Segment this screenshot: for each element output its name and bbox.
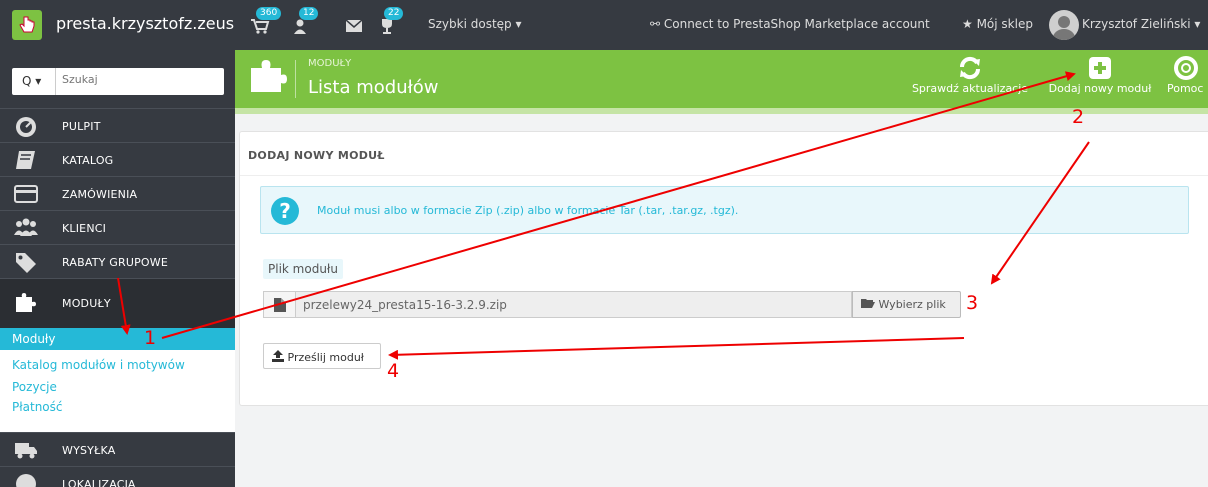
- module-file-label: Plik modułu: [263, 259, 343, 279]
- file-icon-addon: [263, 291, 295, 318]
- trophy-notification[interactable]: 22: [378, 7, 404, 37]
- book-icon: [16, 151, 35, 169]
- orders-count-badge: 360: [256, 7, 282, 20]
- annotation-number-3: 3: [966, 292, 979, 314]
- truck-icon: [15, 443, 37, 459]
- add-new-module-label: Dodaj nowy moduł: [1048, 82, 1152, 95]
- file-icon: [274, 298, 286, 312]
- globe-icon: [16, 474, 36, 487]
- sidebar-item-label: MODUŁY: [62, 297, 111, 310]
- search-input[interactable]: [62, 73, 217, 86]
- breadcrumb[interactable]: MODUŁY: [308, 58, 351, 69]
- folder-open-icon: [861, 299, 875, 308]
- annotation-number-2: 2: [1072, 106, 1085, 128]
- question-icon: ?: [271, 197, 299, 225]
- sidebar: Q ▾ PULPIT KATALOG ZAMÓWIENIA KLIENCI RA…: [0, 50, 235, 487]
- marketplace-connect-label: Connect to PrestaShop Marketplace accoun…: [663, 17, 930, 31]
- shop-name-link[interactable]: presta.krzysztofz.zeus: [56, 14, 234, 33]
- sidebar-item-lokalizacja[interactable]: LOKALIZACJA: [0, 466, 235, 487]
- sidebar-search: Q ▾: [0, 50, 235, 108]
- file-picker: przelewy24_presta15-16-3.2.9.zip Wybierz…: [263, 291, 961, 318]
- dashboard-icon: [16, 117, 36, 137]
- sidebar-item-label: ZAMÓWIENIA: [62, 188, 138, 201]
- check-updates-label: Sprawdź aktualizacje: [911, 82, 1029, 95]
- add-module-panel: DODAJ NOWY MODUŁ ? Moduł musi albo w for…: [239, 131, 1208, 406]
- sidebar-item-label: WYSYŁKA: [62, 444, 116, 457]
- puzzle-icon: [16, 293, 36, 312]
- modules-submenu: Moduły Katalog modułów i motywów Pozycje…: [0, 328, 235, 432]
- format-info-alert: ? Moduł musi albo w formacie Zip (.zip) …: [260, 186, 1189, 234]
- choose-file-label: Wybierz plik: [878, 298, 946, 311]
- format-info-text: Moduł musi albo w formacie Zip (.zip) al…: [317, 204, 739, 217]
- search-box: Q ▾: [12, 68, 224, 95]
- top-navbar: presta.krzysztofz.zeus 360 12 22 Szybki …: [0, 0, 1208, 50]
- lifebuoy-icon: [1174, 56, 1198, 80]
- messages-notification[interactable]: [345, 19, 366, 40]
- group-icon: [14, 218, 38, 236]
- my-shop-link[interactable]: ★ Mój sklep: [962, 17, 1033, 31]
- sidebar-item-zamowienia[interactable]: ZAMÓWIENIA: [0, 176, 235, 210]
- upload-module-label: Prześlij moduł: [287, 351, 364, 364]
- user-menu-dropdown[interactable]: Krzysztof Zieliński ▾: [1082, 17, 1200, 31]
- link-icon: ⚯: [650, 17, 664, 31]
- upload-module-button[interactable]: Prześlij moduł: [263, 343, 381, 369]
- marketplace-connect-link[interactable]: ⚯ Connect to PrestaShop Marketplace acco…: [650, 17, 930, 31]
- submenu-item-katalog-modulow[interactable]: Katalog modułów i motywów: [0, 354, 235, 376]
- plus-square-icon: [1089, 57, 1111, 79]
- sidebar-item-label: PULPIT: [62, 120, 101, 133]
- sidebar-item-label: LOKALIZACJA: [62, 478, 136, 487]
- envelope-icon: [345, 19, 363, 32]
- sidebar-item-moduly[interactable]: MODUŁY: [0, 278, 235, 328]
- page-header: MODUŁY Lista modułów Sprawdź aktualizacj…: [235, 50, 1208, 114]
- sidebar-item-rabaty-grupowe[interactable]: RABATY GRUPOWE: [0, 244, 235, 278]
- annotation-number-4: 4: [387, 360, 400, 382]
- submenu-item-moduly[interactable]: Moduły: [0, 328, 235, 350]
- help-label: Pomoc: [1167, 82, 1204, 95]
- submenu-item-pozycje[interactable]: Pozycje: [0, 376, 235, 398]
- customers-count-badge: 12: [299, 7, 319, 20]
- tags-icon: [16, 253, 36, 273]
- submenu-item-platnosc[interactable]: Płatność: [0, 396, 235, 418]
- sidebar-item-label: RABATY GRUPOWE: [62, 256, 169, 269]
- module-file-input[interactable]: przelewy24_presta15-16-3.2.9.zip: [295, 291, 852, 318]
- prestashop-logo[interactable]: [12, 10, 42, 40]
- add-new-module-button[interactable]: Dodaj nowy moduł: [1042, 56, 1158, 102]
- user-avatar[interactable]: [1049, 10, 1079, 40]
- check-updates-button[interactable]: Sprawdź aktualizacje: [905, 56, 1035, 102]
- sidebar-item-wysylka[interactable]: WYSYŁKA: [0, 432, 235, 466]
- header-separator: [295, 60, 296, 98]
- page-title: Lista modułów: [308, 77, 439, 98]
- annotation-number-1: 1: [144, 327, 157, 349]
- upload-icon: [272, 350, 284, 362]
- my-shop-label: Mój sklep: [976, 17, 1033, 31]
- star-icon: ★: [962, 17, 977, 31]
- customers-notification[interactable]: 12: [293, 7, 319, 37]
- credit-card-icon: [14, 185, 38, 203]
- trophy-count-badge: 22: [384, 7, 404, 20]
- puzzle-icon: [251, 60, 287, 92]
- refresh-icon: [959, 56, 981, 80]
- quick-access-dropdown[interactable]: Szybki dostęp ▾: [428, 17, 522, 31]
- sidebar-item-label: KLIENCI: [62, 222, 107, 235]
- main-content: DODAJ NOWY MODUŁ ? Moduł musi albo w for…: [235, 114, 1208, 487]
- sidebar-item-katalog[interactable]: KATALOG: [0, 142, 235, 176]
- search-type-button[interactable]: Q ▾: [12, 68, 56, 95]
- help-button[interactable]: Pomoc: [1163, 56, 1208, 102]
- sidebar-item-label: KATALOG: [62, 154, 114, 167]
- orders-notification[interactable]: 360: [250, 7, 282, 37]
- sidebar-item-klienci[interactable]: KLIENCI: [0, 210, 235, 244]
- choose-file-button[interactable]: Wybierz plik: [852, 291, 961, 318]
- hand-icon: [19, 16, 35, 33]
- sidebar-item-pulpit[interactable]: PULPIT: [0, 108, 235, 142]
- panel-title: DODAJ NOWY MODUŁ: [240, 132, 1208, 176]
